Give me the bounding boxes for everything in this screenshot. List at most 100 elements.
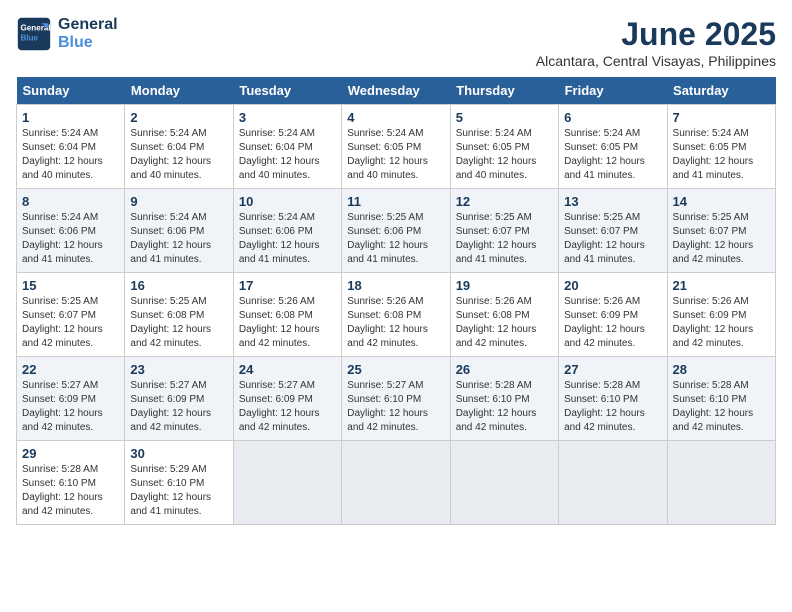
header-friday: Friday [559, 77, 667, 105]
calendar-cell [667, 441, 775, 525]
calendar-cell [342, 441, 450, 525]
logo-icon: General Blue [16, 16, 52, 52]
calendar-cell: 4Sunrise: 5:24 AMSunset: 6:05 PMDaylight… [342, 105, 450, 189]
calendar-week-row: 22 Sunrise: 5:27 AMSunset: 6:09 PMDayligh… [17, 357, 776, 441]
day-detail: Sunrise: 5:27 AMSunset: 6:09 PMDaylight:… [22, 379, 119, 435]
calendar-cell: 14 Sunrise: 5:25 AMSunset: 6:07 PMDayligh… [667, 189, 775, 273]
day-detail: Sunrise: 5:28 AMSunset: 6:10 PMDaylight:… [22, 463, 119, 519]
day-detail: Sunrise: 5:26 AMSunset: 6:09 PMDaylight:… [564, 295, 661, 351]
svg-text:Blue: Blue [21, 33, 39, 42]
day-number: 26 [456, 362, 553, 377]
day-detail: Sunrise: 5:28 AMSunset: 6:10 PMDaylight:… [564, 379, 661, 435]
day-detail: Sunrise: 5:24 AMSunset: 6:04 PMDaylight:… [130, 127, 227, 183]
day-detail: Sunrise: 5:24 AMSunset: 6:06 PMDaylight:… [239, 211, 336, 267]
day-number: 24 [239, 362, 336, 377]
calendar-cell [559, 441, 667, 525]
day-detail: Sunrise: 5:24 AMSunset: 6:05 PMDaylight:… [347, 127, 444, 183]
day-number: 12 [456, 194, 553, 209]
calendar-cell: 11 Sunrise: 5:25 AMSunset: 6:06 PMDayligh… [342, 189, 450, 273]
calendar-cell: 27 Sunrise: 5:28 AMSunset: 6:10 PMDayligh… [559, 357, 667, 441]
day-number: 11 [347, 194, 444, 209]
day-number: 10 [239, 194, 336, 209]
day-number: 28 [673, 362, 770, 377]
day-detail: Sunrise: 5:28 AMSunset: 6:10 PMDaylight:… [673, 379, 770, 435]
day-detail: Sunrise: 5:25 AMSunset: 6:07 PMDaylight:… [564, 211, 661, 267]
calendar-cell: 20Sunrise: 5:26 AMSunset: 6:09 PMDayligh… [559, 273, 667, 357]
header-saturday: Saturday [667, 77, 775, 105]
day-number: 14 [673, 194, 770, 209]
header-monday: Monday [125, 77, 233, 105]
day-number: 9 [130, 194, 227, 209]
calendar-cell: 24 Sunrise: 5:27 AMSunset: 6:09 PMDayligh… [233, 357, 341, 441]
calendar-title: June 2025 [536, 16, 776, 53]
day-number: 22 [22, 362, 119, 377]
calendar-week-row: 15 Sunrise: 5:25 AMSunset: 6:07 PMDayligh… [17, 273, 776, 357]
day-detail: Sunrise: 5:24 AMSunset: 6:05 PMDaylight:… [456, 127, 553, 183]
calendar-cell: 9 Sunrise: 5:24 AMSunset: 6:06 PMDaylight… [125, 189, 233, 273]
calendar-cell: 23Sunrise: 5:27 AMSunset: 6:09 PMDayligh… [125, 357, 233, 441]
day-number: 27 [564, 362, 661, 377]
day-number: 16 [130, 278, 227, 293]
day-number: 2 [130, 110, 227, 125]
calendar-header-row: SundayMondayTuesdayWednesdayThursdayFrid… [17, 77, 776, 105]
page-header: General Blue General Blue June 2025 Alca… [16, 16, 776, 69]
logo-text: General Blue [58, 16, 118, 51]
day-number: 7 [673, 110, 770, 125]
calendar-cell: 15 Sunrise: 5:25 AMSunset: 6:07 PMDayligh… [17, 273, 125, 357]
calendar-table: SundayMondayTuesdayWednesdayThursdayFrid… [16, 77, 776, 525]
day-number: 29 [22, 446, 119, 461]
day-number: 13 [564, 194, 661, 209]
calendar-cell: 17Sunrise: 5:26 AMSunset: 6:08 PMDayligh… [233, 273, 341, 357]
day-detail: Sunrise: 5:25 AMSunset: 6:08 PMDaylight:… [130, 295, 227, 351]
day-detail: Sunrise: 5:24 AMSunset: 6:06 PMDaylight:… [130, 211, 227, 267]
day-detail: Sunrise: 5:26 AMSunset: 6:08 PMDaylight:… [456, 295, 553, 351]
day-number: 3 [239, 110, 336, 125]
calendar-week-row: 29 Sunrise: 5:28 AMSunset: 6:10 PMDayligh… [17, 441, 776, 525]
day-detail: Sunrise: 5:24 AMSunset: 6:04 PMDaylight:… [239, 127, 336, 183]
day-detail: Sunrise: 5:26 AMSunset: 6:08 PMDaylight:… [239, 295, 336, 351]
calendar-cell: 16 Sunrise: 5:25 AMSunset: 6:08 PMDayligh… [125, 273, 233, 357]
header-tuesday: Tuesday [233, 77, 341, 105]
day-detail: Sunrise: 5:25 AMSunset: 6:07 PMDaylight:… [22, 295, 119, 351]
calendar-cell: 26Sunrise: 5:28 AMSunset: 6:10 PMDayligh… [450, 357, 558, 441]
header-sunday: Sunday [17, 77, 125, 105]
calendar-week-row: 1 Sunrise: 5:24 AMSunset: 6:04 PMDaylight… [17, 105, 776, 189]
day-number: 15 [22, 278, 119, 293]
calendar-cell: 18 Sunrise: 5:26 AMSunset: 6:08 PMDayligh… [342, 273, 450, 357]
calendar-body: 1 Sunrise: 5:24 AMSunset: 6:04 PMDaylight… [17, 105, 776, 525]
calendar-cell: 28 Sunrise: 5:28 AMSunset: 6:10 PMDayligh… [667, 357, 775, 441]
day-number: 18 [347, 278, 444, 293]
day-number: 21 [673, 278, 770, 293]
day-detail: Sunrise: 5:25 AMSunset: 6:07 PMDaylight:… [456, 211, 553, 267]
day-detail: Sunrise: 5:24 AMSunset: 6:05 PMDaylight:… [673, 127, 770, 183]
calendar-cell: 12 Sunrise: 5:25 AMSunset: 6:07 PMDayligh… [450, 189, 558, 273]
day-detail: Sunrise: 5:25 AMSunset: 6:06 PMDaylight:… [347, 211, 444, 267]
calendar-week-row: 8 Sunrise: 5:24 AMSunset: 6:06 PMDaylight… [17, 189, 776, 273]
day-number: 8 [22, 194, 119, 209]
day-detail: Sunrise: 5:27 AMSunset: 6:10 PMDaylight:… [347, 379, 444, 435]
header-wednesday: Wednesday [342, 77, 450, 105]
day-number: 19 [456, 278, 553, 293]
logo: General Blue General Blue [16, 16, 118, 52]
day-number: 5 [456, 110, 553, 125]
calendar-cell: 13 Sunrise: 5:25 AMSunset: 6:07 PMDayligh… [559, 189, 667, 273]
day-detail: Sunrise: 5:27 AMSunset: 6:09 PMDaylight:… [239, 379, 336, 435]
day-detail: Sunrise: 5:26 AMSunset: 6:08 PMDaylight:… [347, 295, 444, 351]
day-number: 25 [347, 362, 444, 377]
day-detail: Sunrise: 5:25 AMSunset: 6:07 PMDaylight:… [673, 211, 770, 267]
day-number: 6 [564, 110, 661, 125]
calendar-cell: 29 Sunrise: 5:28 AMSunset: 6:10 PMDayligh… [17, 441, 125, 525]
calendar-cell: 8 Sunrise: 5:24 AMSunset: 6:06 PMDaylight… [17, 189, 125, 273]
calendar-cell: 5 Sunrise: 5:24 AMSunset: 6:05 PMDaylight… [450, 105, 558, 189]
day-detail: Sunrise: 5:24 AMSunset: 6:06 PMDaylight:… [22, 211, 119, 267]
day-number: 23 [130, 362, 227, 377]
day-number: 1 [22, 110, 119, 125]
calendar-cell: 19 Sunrise: 5:26 AMSunset: 6:08 PMDayligh… [450, 273, 558, 357]
calendar-cell: 10 Sunrise: 5:24 AMSunset: 6:06 PMDayligh… [233, 189, 341, 273]
calendar-subtitle: Alcantara, Central Visayas, Philippines [536, 53, 776, 69]
title-block: June 2025 Alcantara, Central Visayas, Ph… [536, 16, 776, 69]
calendar-cell: 1Sunrise: 5:24 AMSunset: 6:04 PMDaylight… [17, 105, 125, 189]
day-detail: Sunrise: 5:26 AMSunset: 6:09 PMDaylight:… [673, 295, 770, 351]
header-thursday: Thursday [450, 77, 558, 105]
calendar-cell: 3 Sunrise: 5:24 AMSunset: 6:04 PMDaylight… [233, 105, 341, 189]
